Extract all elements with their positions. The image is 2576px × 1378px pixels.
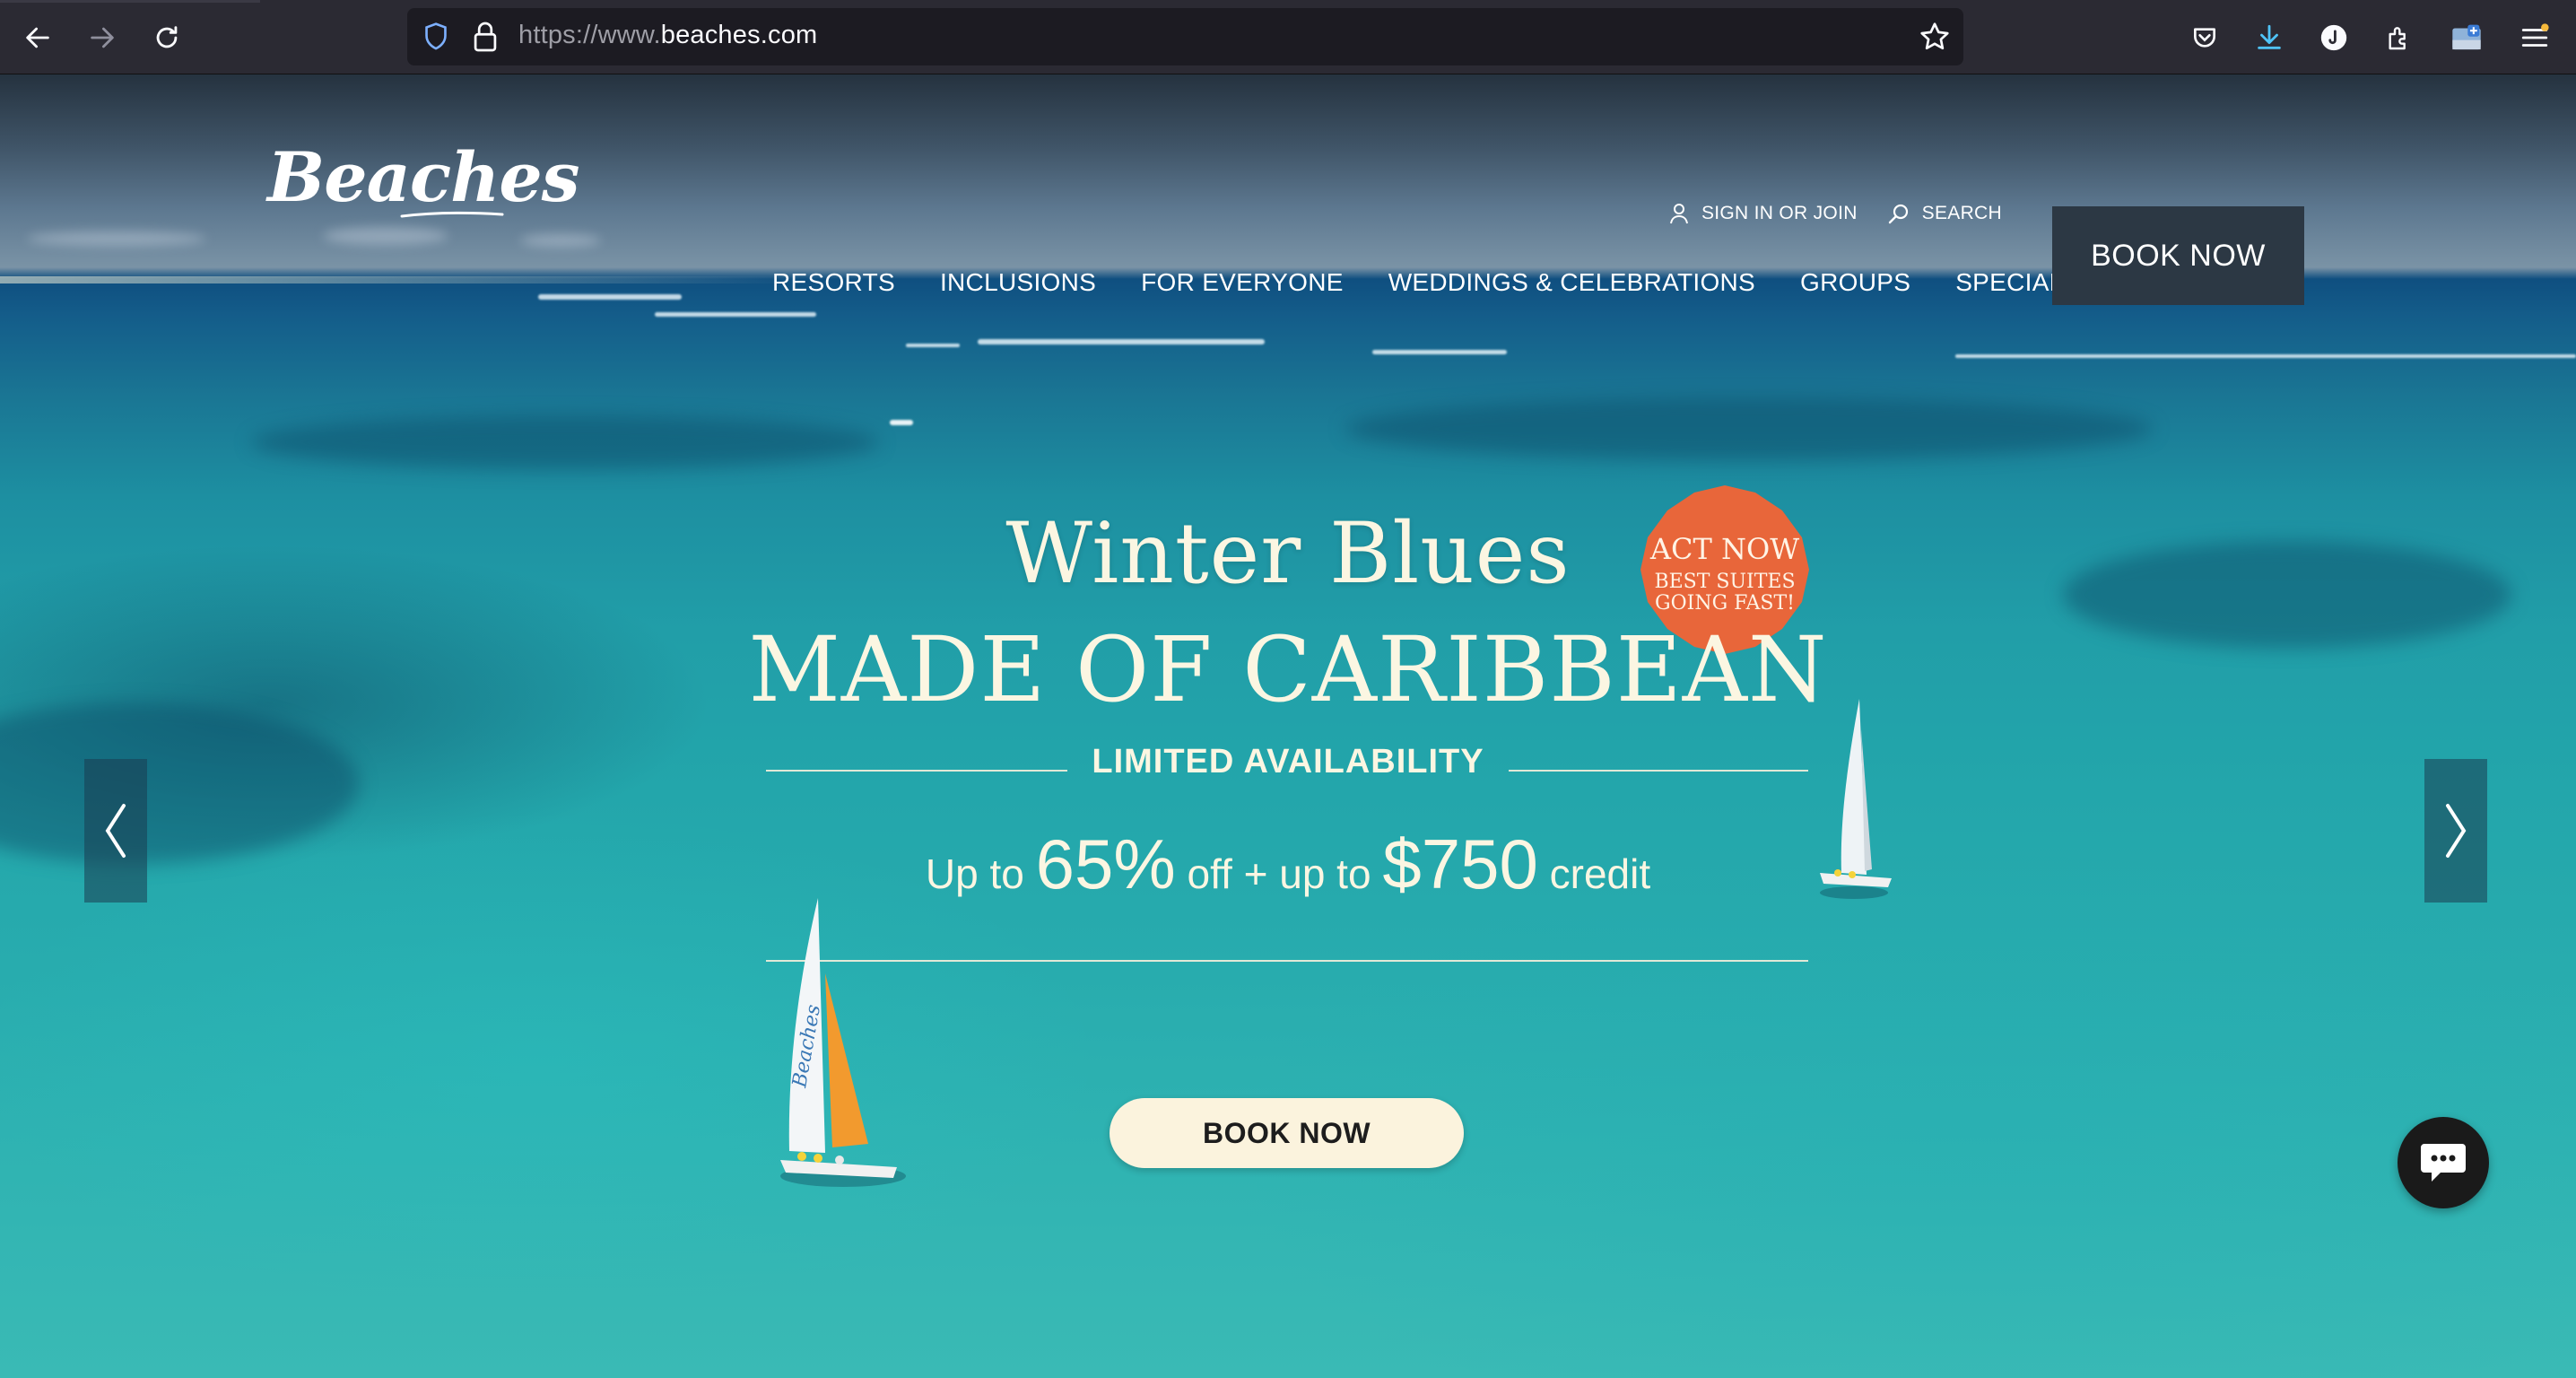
search-icon [1888,204,1908,224]
offer-percent: 65% [1035,824,1176,903]
search-link[interactable]: SEARCH [1888,203,2002,224]
carousel-prev-button[interactable] [84,759,147,903]
reef-shadow [251,415,879,469]
chat-button[interactable] [2398,1117,2489,1208]
hero-book-now-button[interactable]: BOOK NOW [1110,1098,1464,1168]
search-label: SEARCH [1921,203,2002,223]
sailboat-large: Beaches [780,898,906,1187]
forward-button[interactable] [81,16,124,59]
browser-toolbar: https://www.beaches.com [0,0,2576,74]
reload-icon [156,26,178,48]
chat-bubble-icon [2421,1144,2466,1182]
nav-inclusions[interactable]: INCLUSIONS [940,268,1096,297]
pocket-icon[interactable] [2185,18,2224,57]
reef-wave [538,294,682,300]
offer-amount: $750 [1382,824,1538,903]
logo-swash [400,211,504,218]
arrow-left-icon [26,27,49,48]
download-icon[interactable] [2250,18,2289,57]
chevron-right-icon [2446,804,2467,858]
cloud [323,227,448,245]
app-menu-icon[interactable] [2515,18,2554,57]
bookmark-star-icon[interactable] [1919,21,1951,53]
reef-wave [655,312,816,317]
url-scheme: https://www. [518,21,661,49]
chevron-left-icon [105,804,126,858]
reef-wave [978,339,1265,344]
horizon-coast [0,276,807,283]
divider-bottom [766,960,1808,962]
nav-weddings-celebrations[interactable]: WEDDINGS & CELEBRATIONS [1388,268,1755,297]
offer-text: Up to 65% off + up to $750 credit [0,824,2576,905]
reef-wave [1372,350,1507,354]
back-button[interactable] [16,16,59,59]
container-tab-icon[interactable] [2447,18,2486,57]
cloud [520,234,601,247]
reef-wave [906,344,960,347]
nav-resorts[interactable]: RESORTS [772,268,895,297]
arrow-right-icon [91,27,114,48]
utility-nav: SIGN IN OR JOIN SEARCH [1669,203,2002,224]
offer-mid: off + up to [1187,850,1371,897]
account-avatar-icon[interactable] [2314,18,2354,57]
reef-wave [1955,354,2576,358]
promo-title-line-2: MADE OF CARIBBEAN [748,617,1828,722]
offer-prefix: Up to [925,850,1024,897]
reload-button[interactable] [145,16,188,59]
beaches-logo[interactable]: Beaches [267,137,580,217]
nav-for-everyone[interactable]: FOR EVERYONE [1141,268,1344,297]
tab-strip-edge [0,0,260,3]
main-nav: RESORTS INCLUSIONS FOR EVERYONE WEDDINGS… [772,268,2081,297]
limited-availability: LIMITED AVAILABILITY [1092,743,1484,781]
nav-groups[interactable]: GROUPS [1800,268,1910,297]
promo-title-line-1: Winter Blues [1005,505,1571,603]
url-domain: beaches.com [660,21,818,49]
address-bar[interactable]: https://www.beaches.com [407,8,1963,65]
header-book-now-button[interactable]: BOOK NOW [2052,206,2304,305]
distant-boat [890,420,913,425]
extensions-icon[interactable] [2379,18,2418,57]
hero-page: Beaches SIGN IN OR JOIN SEARCH RESORTS I… [0,74,2576,1378]
lock-icon[interactable] [472,21,499,53]
sign-in-link[interactable]: SIGN IN OR JOIN [1669,203,1858,224]
url-text[interactable]: https://www.beaches.com [518,21,817,50]
carousel-next-button[interactable] [2424,759,2487,903]
shield-icon[interactable] [422,22,450,52]
offer-suffix: credit [1549,850,1651,897]
sailboat-small [1820,699,1892,899]
cloud [27,231,206,246]
sign-in-label: SIGN IN OR JOIN [1701,203,1858,223]
reef-shadow [1345,397,2153,460]
user-icon [1669,204,1688,224]
